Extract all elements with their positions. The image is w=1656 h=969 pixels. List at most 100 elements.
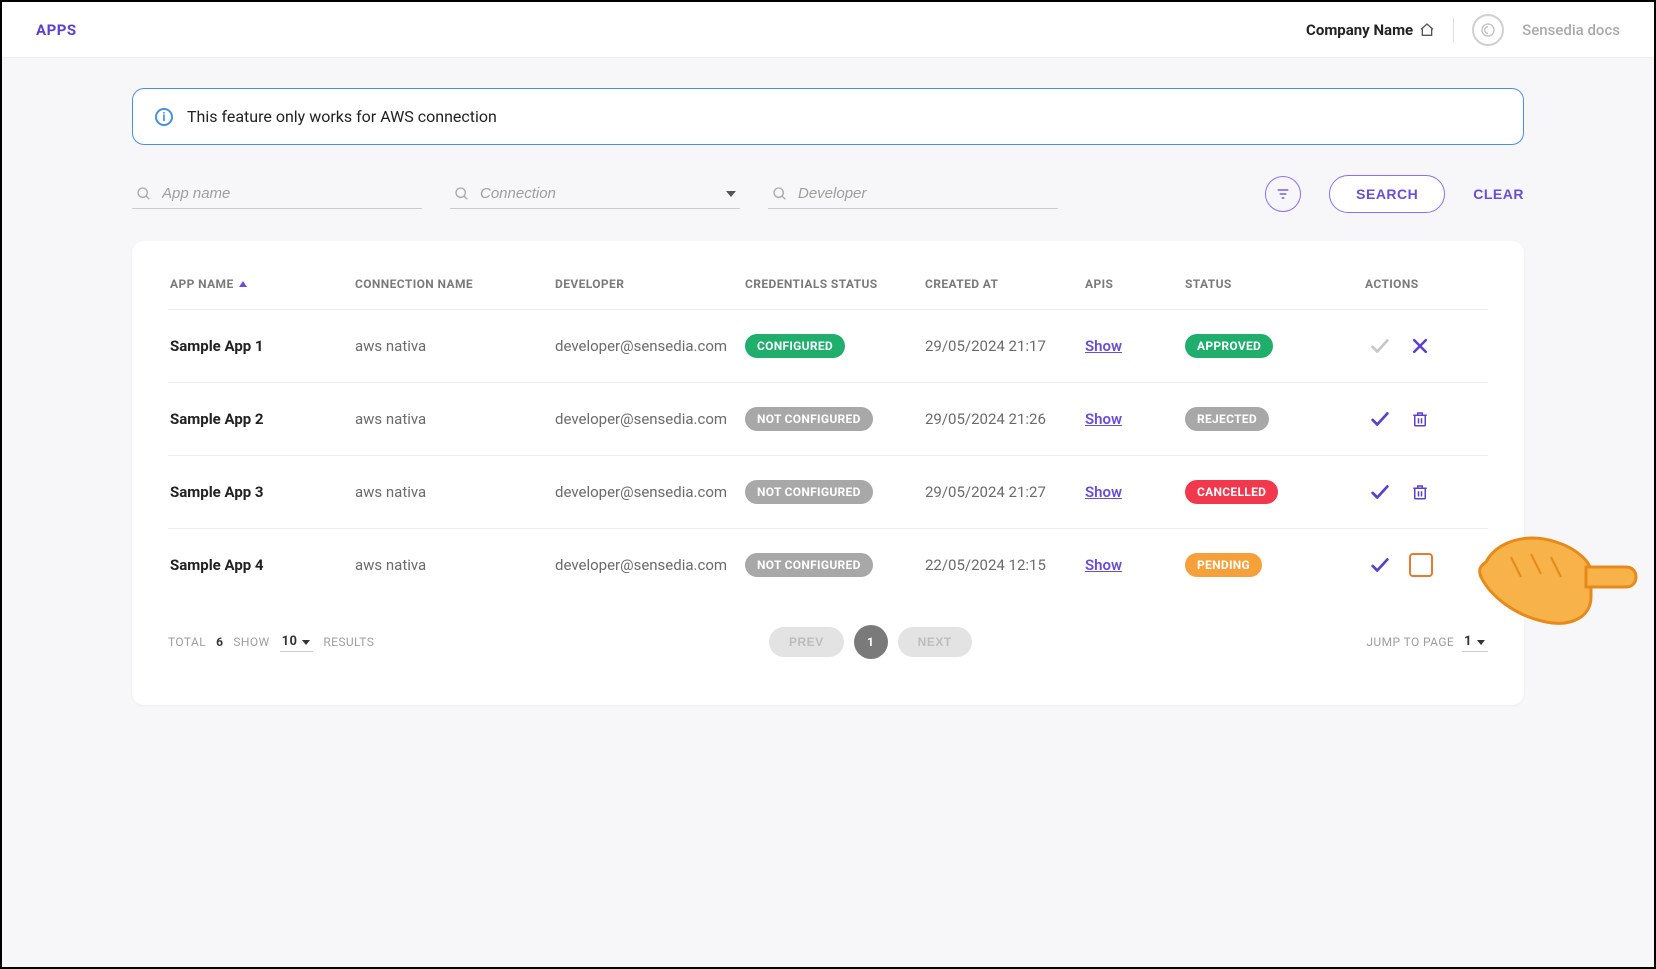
dropdown-icon[interactable] — [726, 189, 736, 199]
info-icon: i — [155, 108, 173, 126]
cell-app-name: Sample App 4 — [170, 556, 355, 574]
th-developer[interactable]: DEVELOPER — [555, 277, 745, 291]
show-apis-link[interactable]: Show — [1085, 337, 1122, 355]
avatar[interactable] — [1472, 14, 1504, 46]
developer-input[interactable] — [798, 185, 1054, 202]
pointing-hand-annotation — [1466, 522, 1646, 632]
filters-row: SEARCH CLEAR — [132, 175, 1524, 213]
delete-icon[interactable] — [1409, 408, 1431, 430]
cell-credentials: NOT CONFIGURED — [745, 553, 925, 577]
cell-connection: aws nativa — [355, 337, 555, 355]
table-row: Sample App 4aws nativadeveloper@sensedia… — [168, 528, 1488, 601]
page-current[interactable]: 1 — [854, 625, 888, 659]
topbar-right: Company Name Sensedia docs — [1306, 14, 1620, 46]
pager-left: TOTAL 6 SHOW 10 RESULTS — [168, 632, 374, 652]
banner-message: This feature only works for AWS connecti… — [187, 107, 497, 126]
page-size-select[interactable]: 10 — [280, 632, 314, 652]
jump-label: JUMP TO PAGE — [1366, 635, 1454, 649]
jump-value: 1 — [1464, 634, 1472, 649]
cell-connection: aws nativa — [355, 483, 555, 501]
show-apis-link[interactable]: Show — [1085, 483, 1122, 501]
th-created[interactable]: CREATED AT — [925, 277, 1085, 291]
cell-apis: Show — [1085, 483, 1185, 501]
status-badge: REJECTED — [1185, 407, 1269, 431]
th-apis: APIS — [1085, 277, 1185, 291]
jump-page-select[interactable]: 1 — [1462, 632, 1488, 652]
cell-created: 29/05/2024 21:27 — [925, 483, 1085, 501]
connection-field[interactable] — [450, 179, 740, 209]
status-badge: PENDING — [1185, 553, 1262, 577]
company-name-label: Company Name — [1306, 21, 1413, 39]
app-name-input[interactable] — [162, 185, 418, 202]
topbar: APPS Company Name Sensedia docs — [2, 2, 1654, 58]
cell-connection: aws nativa — [355, 410, 555, 428]
table-row: Sample App 2aws nativadeveloper@sensedia… — [168, 382, 1488, 455]
cell-status: APPROVED — [1185, 334, 1365, 358]
table-row: Sample App 3aws nativadeveloper@sensedia… — [168, 455, 1488, 528]
cell-actions — [1365, 335, 1486, 357]
approve-icon[interactable] — [1369, 335, 1391, 357]
search-icon — [136, 186, 152, 202]
th-actions: ACTIONS — [1365, 277, 1486, 291]
cell-status: REJECTED — [1185, 407, 1365, 431]
cell-developer: developer@sensedia.com — [555, 337, 745, 355]
th-app-name[interactable]: APP NAME — [170, 277, 355, 291]
th-connection[interactable]: CONNECTION NAME — [355, 277, 555, 291]
cell-developer: developer@sensedia.com — [555, 556, 745, 574]
divider — [1453, 18, 1454, 42]
cell-developer: developer@sensedia.com — [555, 483, 745, 501]
cell-apis: Show — [1085, 337, 1185, 355]
developer-field[interactable] — [768, 179, 1058, 209]
credentials-badge: NOT CONFIGURED — [745, 480, 873, 504]
cell-status: PENDING — [1185, 553, 1365, 577]
connection-input[interactable] — [480, 185, 681, 202]
filter-button[interactable] — [1265, 176, 1301, 212]
next-button[interactable]: NEXT — [898, 627, 972, 657]
cell-developer: developer@sensedia.com — [555, 410, 745, 428]
prev-button[interactable]: PREV — [769, 627, 844, 657]
credentials-badge: NOT CONFIGURED — [745, 553, 873, 577]
main-content: i This feature only works for AWS connec… — [2, 58, 1654, 705]
search-icon — [772, 186, 788, 202]
sort-asc-icon — [238, 279, 248, 289]
table-header: APP NAME CONNECTION NAME DEVELOPER CREDE… — [168, 277, 1488, 309]
cell-app-name: Sample App 2 — [170, 410, 355, 428]
credentials-badge: CONFIGURED — [745, 334, 845, 358]
cell-created: 29/05/2024 21:26 — [925, 410, 1085, 428]
cell-status: CANCELLED — [1185, 480, 1365, 504]
show-apis-link[interactable]: Show — [1085, 410, 1122, 428]
approve-icon[interactable] — [1369, 554, 1391, 576]
home-icon — [1419, 22, 1435, 38]
status-badge: CANCELLED — [1185, 480, 1278, 504]
approve-icon[interactable] — [1369, 408, 1391, 430]
status-badge: APPROVED — [1185, 334, 1273, 358]
cell-apis: Show — [1085, 556, 1185, 574]
pager-center: PREV 1 NEXT — [769, 625, 972, 659]
total-label: TOTAL — [168, 635, 206, 649]
clear-button[interactable]: CLEAR — [1473, 186, 1524, 202]
info-banner: i This feature only works for AWS connec… — [132, 88, 1524, 145]
search-button[interactable]: SEARCH — [1329, 175, 1445, 213]
th-status[interactable]: STATUS — [1185, 277, 1365, 291]
docs-link[interactable]: Sensedia docs — [1522, 21, 1620, 39]
reject-icon[interactable] — [1409, 335, 1431, 357]
cell-actions — [1365, 481, 1486, 503]
th-app-name-label: APP NAME — [170, 277, 234, 291]
page-size-value: 10 — [282, 634, 298, 649]
table-body: Sample App 1aws nativadeveloper@sensedia… — [168, 309, 1488, 601]
results-card: APP NAME CONNECTION NAME DEVELOPER CREDE… — [132, 241, 1524, 705]
pager-row: TOTAL 6 SHOW 10 RESULTS PREV 1 NEXT JUMP… — [168, 625, 1488, 659]
delete-icon[interactable] — [1409, 481, 1431, 503]
show-apis-link[interactable]: Show — [1085, 556, 1122, 574]
search-icon — [454, 186, 470, 202]
th-credentials[interactable]: CREDENTIALS STATUS — [745, 277, 925, 291]
cell-app-name: Sample App 3 — [170, 483, 355, 501]
cell-created: 22/05/2024 12:15 — [925, 556, 1085, 574]
app-name-field[interactable] — [132, 179, 422, 209]
company-selector[interactable]: Company Name — [1306, 21, 1435, 39]
reject-icon[interactable] — [1409, 553, 1433, 577]
apps-nav-label[interactable]: APPS — [36, 21, 77, 39]
cell-apis: Show — [1085, 410, 1185, 428]
approve-icon[interactable] — [1369, 481, 1391, 503]
cell-credentials: NOT CONFIGURED — [745, 407, 925, 431]
